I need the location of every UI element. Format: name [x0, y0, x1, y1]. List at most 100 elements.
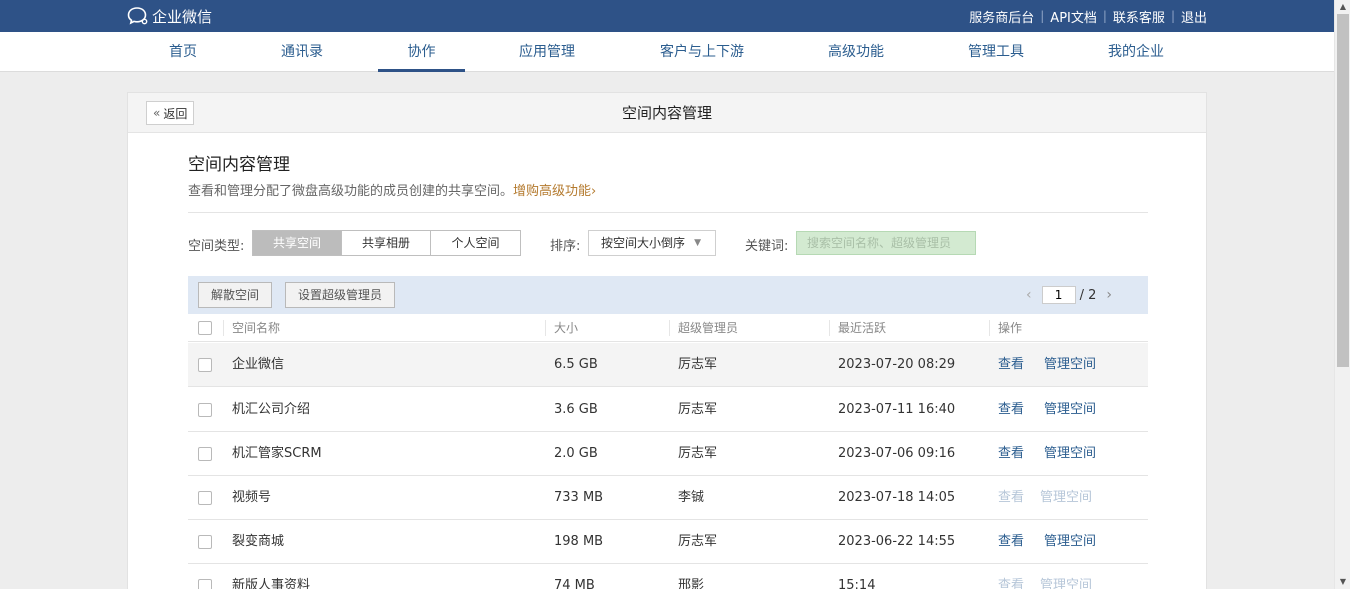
- table-row: 企业微信 6.5 GB 厉志军 2023-07-20 08:29 查看 管理空间: [188, 343, 1148, 387]
- main-nav: 首页 通讯录 协作 应用管理 客户与上下游 高级功能 管理工具 我的企业: [0, 32, 1334, 72]
- table-row: 机汇公司介绍 3.6 GB 厉志军 2023-07-11 16:40 查看 管理…: [188, 388, 1148, 432]
- space-type-selector: 共享空间 共享相册 个人空间: [252, 230, 521, 256]
- space-size: 198 MB: [554, 534, 604, 549]
- space-size: 3.6 GB: [554, 402, 598, 417]
- separator: |: [1040, 9, 1045, 23]
- page-number-input[interactable]: [1041, 286, 1076, 304]
- view-link[interactable]: 查看: [998, 432, 1024, 476]
- logo[interactable]: 企业微信: [127, 6, 212, 26]
- caret-down-icon: ▼: [694, 238, 701, 248]
- back-label: 返回: [163, 106, 188, 121]
- last-active: 15:14: [838, 578, 876, 589]
- space-name: 新版人事资料: [232, 578, 311, 589]
- col-space-name: 空间名称: [223, 320, 280, 336]
- view-link[interactable]: 查看: [998, 388, 1024, 432]
- nav-app-management[interactable]: 应用管理: [512, 32, 582, 72]
- top-links: 服务商后台 | API文档 | 联系客服 | 退出: [969, 0, 1207, 32]
- space-size: 6.5 GB: [554, 357, 598, 372]
- super-admin: 厉志军: [678, 357, 718, 372]
- panel-title: 空间内容管理: [621, 104, 712, 122]
- contact-support-link[interactable]: 联系客服: [1113, 7, 1165, 26]
- type-personal-space[interactable]: 个人空间: [431, 231, 520, 255]
- space-size: 2.0 GB: [554, 446, 598, 461]
- row-checkbox[interactable]: [198, 403, 212, 417]
- manage-space-link[interactable]: 管理空间: [1044, 343, 1096, 387]
- select-all-checkbox[interactable]: [198, 321, 212, 335]
- table-row: 视频号 733 MB 李铖 2023-07-18 14:05 查看 管理空间: [188, 476, 1148, 520]
- table-row: 机汇管家SCRM 2.0 GB 厉志军 2023-07-06 09:16 查看 …: [188, 432, 1148, 476]
- last-active: 2023-07-18 14:05: [838, 490, 956, 505]
- nav-customers[interactable]: 客户与上下游: [652, 32, 752, 72]
- last-active: 2023-07-06 09:16: [838, 446, 956, 461]
- row-checkbox[interactable]: [198, 579, 212, 589]
- buy-advanced-link[interactable]: 增购高级功能›: [513, 184, 596, 199]
- space-name: 企业微信: [232, 357, 285, 372]
- view-link[interactable]: 查看: [998, 343, 1024, 387]
- space-type-label: 空间类型:: [188, 239, 245, 254]
- super-admin: 厉志军: [678, 534, 718, 549]
- view-link[interactable]: 查看: [998, 520, 1024, 564]
- manage-space-link[interactable]: 管理空间: [1044, 432, 1096, 476]
- scroll-up-arrow-icon[interactable]: ▲: [1335, 0, 1350, 14]
- page-total: / 2: [1079, 287, 1097, 303]
- col-size: 大小: [545, 320, 578, 336]
- top-bar: 企业微信 服务商后台 | API文档 | 联系客服 | 退出: [0, 0, 1334, 32]
- scrollbar-thumb[interactable]: [1337, 14, 1349, 367]
- col-actions: 操作: [989, 320, 1022, 336]
- dissolve-space-button[interactable]: 解散空间: [198, 282, 273, 308]
- api-docs-link[interactable]: API文档: [1050, 7, 1097, 26]
- row-checkbox[interactable]: [198, 491, 212, 505]
- nav-my-enterprise[interactable]: 我的企业: [1100, 32, 1172, 72]
- sort-label: 排序:: [550, 239, 581, 254]
- chevron-right-icon: ›: [591, 184, 597, 199]
- space-size: 74 MB: [554, 578, 595, 589]
- nav-contacts[interactable]: 通讯录: [274, 32, 330, 72]
- view-link-disabled: 查看: [998, 578, 1025, 589]
- col-last-active: 最近活跃: [829, 320, 886, 336]
- set-super-admin-button[interactable]: 设置超级管理员: [285, 282, 396, 308]
- space-name: 机汇管家SCRM: [232, 446, 322, 461]
- super-admin: 厉志军: [678, 402, 718, 417]
- section-description: 查看和管理分配了微盘高级功能的成员创建的共享空间。增购高级功能›: [188, 180, 596, 199]
- nav-tools[interactable]: 管理工具: [960, 32, 1032, 72]
- nav-home[interactable]: 首页: [155, 32, 211, 72]
- manage-space-link[interactable]: 管理空间: [1044, 520, 1096, 564]
- type-shared-space[interactable]: 共享空间: [253, 231, 342, 255]
- prev-page-icon[interactable]: ‹: [1026, 287, 1032, 303]
- page-scrollbar[interactable]: ▲ ▼: [1334, 0, 1350, 589]
- service-backend-link[interactable]: 服务商后台: [969, 7, 1034, 26]
- keyword-search-input[interactable]: [796, 231, 976, 255]
- table-header: 空间名称 大小 超级管理员 最近活跃 操作: [188, 314, 1148, 342]
- nav-collaboration[interactable]: 协作: [378, 32, 465, 72]
- section-title: 空间内容管理: [188, 155, 290, 175]
- row-checkbox[interactable]: [198, 535, 212, 549]
- nav-advanced[interactable]: 高级功能: [820, 32, 892, 72]
- table-toolbar: 解散空间 设置超级管理员 ‹ / 2 ›: [188, 276, 1148, 314]
- wecom-logo-icon: [127, 7, 148, 25]
- space-name: 视频号: [232, 490, 272, 505]
- keyword-label: 关键词:: [745, 239, 789, 254]
- scroll-down-arrow-icon[interactable]: ▼: [1335, 575, 1350, 589]
- content-panel: 空间内容管理 « 返回 空间内容管理 查看和管理分配了微盘高级功能的成员创建的共…: [127, 92, 1207, 589]
- space-name: 裂变商城: [232, 534, 285, 549]
- row-checkbox[interactable]: [198, 358, 212, 372]
- manage-space-link[interactable]: 管理空间: [1044, 388, 1096, 432]
- space-name: 机汇公司介绍: [232, 402, 311, 417]
- space-size: 733 MB: [554, 490, 604, 505]
- last-active: 2023-06-22 14:55: [838, 534, 956, 549]
- manage-space-link-disabled: 管理空间: [1040, 490, 1093, 505]
- type-shared-album[interactable]: 共享相册: [342, 231, 431, 255]
- super-admin: 李铖: [678, 490, 705, 505]
- sort-select[interactable]: 按空间大小倒序 ▼: [588, 230, 716, 256]
- col-super-admin: 超级管理员: [669, 320, 738, 336]
- row-checkbox[interactable]: [198, 447, 212, 461]
- back-button[interactable]: « 返回: [146, 101, 195, 125]
- table-row: 新版人事资料 74 MB 邢影 15:14 查看 管理空间: [188, 564, 1148, 589]
- panel-header: 空间内容管理 « 返回: [128, 93, 1206, 133]
- table-row: 裂变商城 198 MB 厉志军 2023-06-22 14:55 查看 管理空间: [188, 520, 1148, 564]
- last-active: 2023-07-11 16:40: [838, 402, 956, 417]
- logout-link[interactable]: 退出: [1181, 7, 1207, 26]
- next-page-icon[interactable]: ›: [1106, 287, 1112, 303]
- buy-advanced-label: 增购高级功能: [513, 184, 592, 199]
- manage-space-link-disabled: 管理空间: [1040, 578, 1093, 589]
